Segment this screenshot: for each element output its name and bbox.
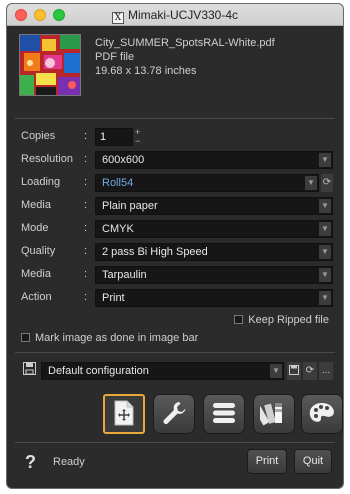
file-name: City_SUMMER_SpotsRAL-White.pdf [95, 37, 275, 49]
quality-value: 2 pass Bi High Speed [102, 246, 208, 258]
mark-image-label: Mark image as done in image bar [35, 332, 199, 344]
media-type-row: Media : Tarpaulin ▼ [21, 266, 333, 284]
refresh-icon[interactable]: ⟳ [321, 174, 333, 192]
action-colon: : [84, 291, 88, 303]
more-button[interactable]: ... [319, 362, 333, 380]
mark-image-option[interactable]: Mark image as done in image bar [21, 332, 198, 344]
divider [15, 118, 335, 119]
file-size: 19.68 x 13.78 inches [95, 65, 197, 77]
loading-row: Loading : Roll54 ▼ ⟳ [21, 174, 333, 192]
save-config-icon[interactable] [21, 362, 37, 380]
mark-image-checkbox[interactable] [21, 333, 30, 342]
action-row: Action : Print ▼ [21, 289, 333, 307]
loading-label: Loading [21, 176, 61, 188]
resolution-value: 600x600 [102, 154, 145, 166]
chevron-down-icon: ▼ [319, 245, 331, 259]
loading-value: Roll54 [102, 177, 134, 189]
resolution-row: Resolution : 600x600 ▼ [21, 151, 333, 169]
chevron-down-icon: ▼ [319, 199, 331, 213]
divider [15, 352, 335, 353]
status-bar: ? Ready Print Quit [7, 444, 343, 488]
print-button[interactable]: Print [247, 449, 287, 474]
keep-ripped-label: Keep Ripped file [248, 314, 329, 326]
image-thumbnail[interactable] [19, 34, 81, 96]
stack-icon [211, 401, 237, 428]
copies-colon: : [84, 130, 88, 142]
title-bar: X Mimaki-UCJV330-4c [7, 4, 343, 26]
action-value: Print [102, 292, 125, 304]
refresh-icon[interactable]: ⟳ [303, 362, 317, 380]
window-title: Mimaki-UCJV330-4c [127, 8, 239, 22]
media-label: Media [21, 199, 51, 211]
palette-button[interactable] [301, 394, 343, 434]
loading-select[interactable]: Roll54 ▼ [95, 174, 319, 192]
media-type-label: Media [21, 268, 51, 280]
chevron-down-icon: ▼ [319, 268, 331, 282]
configuration-select[interactable]: Default configuration ▼ [41, 362, 284, 380]
configuration-row: Default configuration ▼ ⟳ ... [21, 362, 333, 380]
action-select[interactable]: Print ▼ [95, 289, 333, 307]
app-window: X Mimaki-UCJV330-4c City_SUMMER_SpotsRAL… [6, 3, 344, 489]
quality-row: Quality : 2 pass Bi High Speed ▼ [21, 243, 333, 261]
mode-select[interactable]: CMYK ▼ [95, 220, 333, 238]
copies-input[interactable]: 1 [95, 128, 133, 146]
quit-button[interactable]: Quit [294, 449, 332, 474]
help-icon[interactable]: ? [25, 452, 36, 473]
resolution-label: Resolution [21, 153, 73, 165]
chevron-down-icon: ▼ [319, 291, 331, 305]
keep-ripped-option[interactable]: Keep Ripped file [234, 314, 329, 326]
chevron-down-icon: ▼ [305, 176, 317, 190]
mode-value: CMYK [102, 223, 134, 235]
action-label: Action [21, 291, 52, 303]
media-type-select[interactable]: Tarpaulin ▼ [95, 266, 333, 284]
file-info: City_SUMMER_SpotsRAL-White.pdf PDF file … [95, 36, 335, 78]
configuration-value: Default configuration [48, 365, 149, 377]
loading-colon: : [84, 176, 88, 188]
media-select[interactable]: Plain paper ▼ [95, 197, 333, 215]
layout-icon [112, 400, 136, 429]
swatch-icon [254, 400, 288, 429]
chevron-down-icon: ▼ [270, 364, 282, 378]
chevron-down-icon: ▼ [319, 153, 331, 167]
decrement-icon[interactable]: − [135, 137, 143, 146]
copies-row: Copies : 1 + − [21, 128, 333, 146]
divider [15, 442, 335, 443]
copies-label: Copies [21, 130, 56, 142]
keep-ripped-checkbox[interactable] [234, 315, 244, 324]
copies-stepper[interactable]: + − [135, 128, 143, 146]
wrench-icon [161, 400, 187, 429]
media-type-value: Tarpaulin [102, 269, 147, 281]
save-icon[interactable] [287, 362, 301, 380]
queue-button[interactable] [203, 394, 245, 434]
window-title-wrap: X Mimaki-UCJV330-4c [7, 8, 343, 24]
quality-colon: : [84, 245, 88, 257]
quality-label: Quality [21, 245, 56, 257]
mode-colon: : [84, 222, 88, 234]
chevron-down-icon: ▼ [319, 222, 331, 236]
color-swatch-button[interactable] [253, 394, 295, 434]
resolution-colon: : [84, 153, 88, 165]
media-value: Plain paper [102, 200, 158, 212]
media-row: Media : Plain paper ▼ [21, 197, 333, 215]
palette-icon [308, 401, 336, 428]
file-type: PDF file [95, 51, 135, 63]
mode-label: Mode [21, 222, 49, 234]
media-type-colon: : [84, 268, 88, 280]
media-colon: : [84, 199, 88, 211]
status-text: Ready [53, 456, 85, 468]
settings-button[interactable] [153, 394, 195, 434]
x11-icon: X [111, 12, 124, 24]
layout-button[interactable] [103, 394, 145, 434]
mode-row: Mode : CMYK ▼ [21, 220, 333, 238]
quality-select[interactable]: 2 pass Bi High Speed ▼ [95, 243, 333, 261]
resolution-select[interactable]: 600x600 ▼ [95, 151, 333, 169]
